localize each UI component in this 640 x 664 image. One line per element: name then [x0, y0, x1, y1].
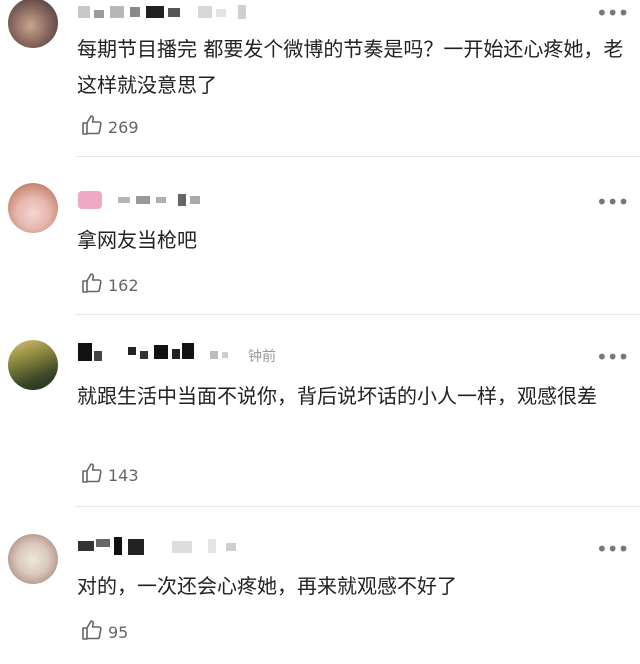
comment-item: ••• 拿网友当枪吧 162	[0, 157, 640, 314]
thumbs-up-icon	[80, 271, 104, 299]
username[interactable]	[78, 343, 248, 361]
avatar[interactable]	[8, 534, 58, 584]
thumbs-up-icon	[80, 618, 104, 646]
avatar[interactable]	[8, 183, 58, 233]
comment-text: 每期节目播完 都要发个微博的节奏是吗？一开始还心疼她，老这样就没意思了	[77, 37, 624, 97]
thumbs-up-icon	[80, 113, 104, 141]
more-options-icon[interactable]: •••	[596, 539, 629, 559]
thumbs-up-icon	[80, 461, 104, 489]
like-button[interactable]: 95	[80, 618, 128, 646]
like-button[interactable]: 162	[80, 271, 139, 299]
more-options-icon[interactable]: •••	[596, 347, 629, 367]
username[interactable]	[78, 537, 248, 555]
comment-text: 就跟生活中当面不说你，背后说坏话的小人一样，观感很差	[77, 384, 597, 408]
username[interactable]	[78, 191, 218, 209]
like-button[interactable]: 269	[80, 113, 139, 141]
comment-item: ••• 每期节目播完 都要发个微博的节奏是吗？一开始还心疼她，老这样就没意思了 …	[0, 0, 640, 156]
avatar[interactable]	[8, 0, 58, 48]
comment-time: 钟前	[248, 349, 276, 365]
like-count: 143	[108, 465, 139, 485]
comment-item: 钟前 ••• 就跟生活中当面不说你，背后说坏话的小人一样，观感很差 143	[0, 315, 640, 506]
avatar[interactable]	[8, 340, 58, 390]
comment-text: 对的，一次还会心疼她，再来就观感不好了	[77, 574, 457, 598]
like-count: 162	[108, 275, 139, 295]
more-options-icon[interactable]: •••	[596, 192, 629, 212]
like-button[interactable]: 143	[80, 461, 139, 489]
username[interactable]	[78, 4, 268, 22]
more-options-icon[interactable]: •••	[596, 3, 629, 23]
like-count: 95	[108, 622, 129, 642]
comment-item: ••• 对的，一次还会心疼她，再来就观感不好了 95	[0, 507, 640, 664]
comment-text: 拿网友当枪吧	[77, 228, 197, 252]
like-count: 269	[108, 117, 139, 137]
